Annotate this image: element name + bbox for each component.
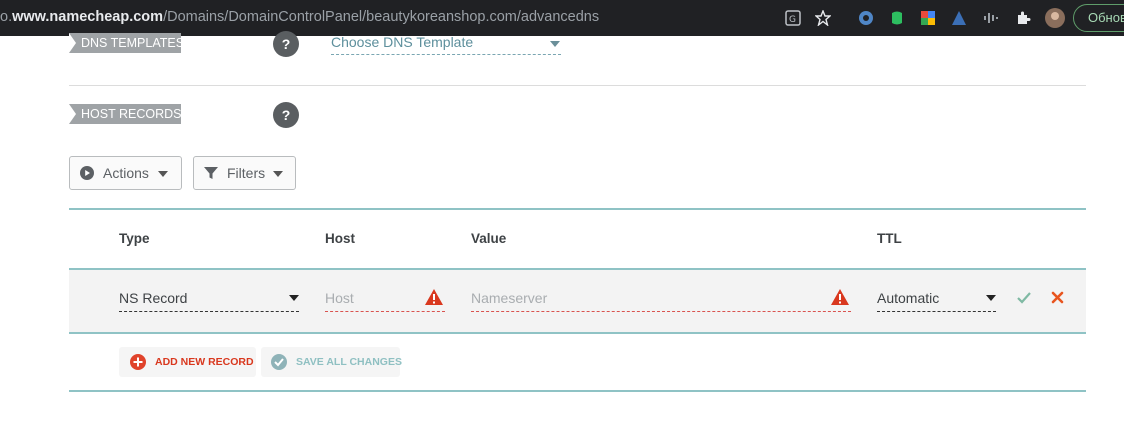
section-divider [69,85,1086,86]
host-warning-icon [425,289,443,305]
cancel-close-icon[interactable] [1051,291,1064,304]
svg-text:G: G [789,15,796,25]
bookmark-star-icon[interactable] [812,7,834,29]
dns-templates-label: DNS TEMPLATES [69,33,184,53]
column-header-type: Type [119,231,150,246]
add-new-record-button[interactable]: ADD NEW RECORD [119,347,256,377]
confirm-check-icon[interactable] [1017,292,1031,304]
url-domain: www.namecheap.com [12,9,164,25]
address-bar[interactable]: o.www.namecheap.com/Domains/DomainContro… [0,9,599,25]
table-top-border [69,208,1086,210]
value-input[interactable]: Nameserver [471,288,851,312]
filters-label: Filters [227,165,266,181]
check-circle-icon [271,354,287,370]
column-header-host: Host [325,231,355,246]
host-placeholder: Host [325,290,354,306]
dns-template-value: Choose DNS Template [331,34,474,50]
url-path: /Domains/DomainControlPanel/beautykorean… [163,9,600,25]
browser-toolbar: o.www.namecheap.com/Domains/DomainContro… [0,0,1124,36]
chevron-down-icon [158,171,168,177]
evernote-icon[interactable] [886,7,908,29]
save-all-changes-label: SAVE ALL CHANGES [296,356,402,368]
extensions-puzzle-icon[interactable] [1012,7,1034,29]
profile-avatar[interactable] [1044,7,1066,29]
chevron-down-icon [273,171,283,177]
row-divider [69,332,1086,334]
color-picker-icon[interactable] [917,7,939,29]
chevron-down-icon [289,295,299,301]
plus-circle-icon [130,354,146,370]
value-warning-icon [831,289,849,305]
filter-funnel-icon [204,167,218,179]
column-header-ttl: TTL [877,231,902,246]
host-records-label: HOST RECORDS [69,104,181,124]
translate-icon[interactable]: G [782,7,804,29]
host-records-help-icon[interactable]: ? [273,102,299,128]
browser-update-button[interactable]: Обнов [1073,4,1124,32]
dns-template-select[interactable]: Choose DNS Template [331,33,561,55]
actions-label: Actions [103,165,149,181]
value-placeholder: Nameserver [471,290,548,306]
audio-wave-icon[interactable] [980,7,1002,29]
table-bottom-border [69,390,1086,392]
play-circle-icon [80,166,94,180]
add-new-record-label: ADD NEW RECORD [155,356,254,368]
ttl-value: Automatic [877,290,940,306]
extension-gear-icon[interactable] [855,7,877,29]
triangle-extension-icon[interactable] [948,7,970,29]
dns-templates-help-icon[interactable]: ? [273,31,299,57]
record-type-select[interactable]: NS Record [119,288,299,312]
chevron-down-icon [550,41,560,47]
record-type-value: NS Record [119,290,188,306]
ttl-select[interactable]: Automatic [877,288,996,312]
column-header-value: Value [471,231,507,246]
save-all-changes-button[interactable]: SAVE ALL CHANGES [261,347,402,377]
actions-dropdown-button[interactable]: Actions [69,156,182,190]
chevron-down-icon [986,295,996,301]
filters-dropdown-button[interactable]: Filters [193,156,296,190]
url-prefix: o. [0,9,13,25]
